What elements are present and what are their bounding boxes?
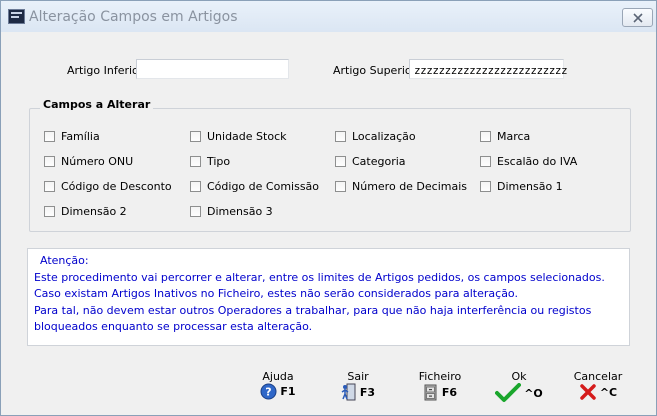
- file-button[interactable]: Ficheiro F6: [415, 370, 465, 401]
- checkbox-dimensao-3[interactable]: Dimensão 3: [190, 205, 273, 218]
- help-icon: ?: [260, 383, 277, 400]
- checkbox-familia[interactable]: Família: [44, 130, 100, 143]
- checkbox-dimensao-2[interactable]: Dimensão 2: [44, 205, 127, 218]
- checkbox-box[interactable]: [335, 156, 346, 167]
- checkbox-unidade-stock[interactable]: Unidade Stock: [190, 130, 287, 143]
- window-title: Alteração Campos em Artigos: [29, 9, 238, 25]
- checkbox-label: Código de Desconto: [61, 180, 172, 193]
- artigo-inferior-input[interactable]: [136, 59, 289, 79]
- checkbox-label: Marca: [497, 130, 531, 143]
- help-key: F1: [280, 385, 296, 398]
- checkbox-codigo-comissao[interactable]: Código de Comissão: [190, 180, 319, 193]
- notice-heading: Atenção:: [40, 254, 89, 267]
- checkbox-box[interactable]: [44, 206, 55, 217]
- checkbox-escalao-iva[interactable]: Escalão do IVA: [480, 155, 577, 168]
- checkbox-box[interactable]: [44, 156, 55, 167]
- fields-group-title: Campos a Alterar: [40, 98, 154, 111]
- title-bar[interactable]: Alteração Campos em Artigos: [1, 1, 656, 32]
- dialog-body: Artigo Inferior Artigo Superior zzzzzzzz…: [10, 32, 646, 405]
- artigo-superior-label: Artigo Superior: [333, 64, 417, 77]
- help-button[interactable]: Ajuda ? F1: [256, 370, 300, 400]
- checkbox-box[interactable]: [44, 181, 55, 192]
- artigo-inferior-label: Artigo Inferior: [67, 64, 144, 77]
- checkbox-label: Tipo: [207, 155, 231, 168]
- checkbox-label: Unidade Stock: [207, 130, 287, 143]
- checkbox-box[interactable]: [190, 131, 201, 142]
- notice-panel: Atenção: Este procedimento vai percorrer…: [27, 248, 630, 346]
- checkbox-numero-decimais[interactable]: Número de Decimais: [335, 180, 467, 193]
- cross-icon: [580, 384, 596, 400]
- checkbox-box[interactable]: [480, 156, 491, 167]
- close-icon: [632, 12, 643, 23]
- exit-button[interactable]: Sair F3: [335, 370, 381, 401]
- artigo-superior-input[interactable]: zzzzzzzzzzzzzzzzzzzzzzzzz: [409, 59, 568, 79]
- help-caption: Ajuda: [262, 370, 294, 383]
- checkbox-box[interactable]: [190, 206, 201, 217]
- checkbox-box[interactable]: [480, 131, 491, 142]
- exit-caption: Sair: [347, 370, 369, 383]
- close-button[interactable]: [622, 8, 653, 27]
- checkbox-label: Dimensão 1: [497, 180, 563, 193]
- checkbox-label: Número de Decimais: [352, 180, 468, 193]
- notice-line: Para tal, não devem estar outros Operado…: [34, 303, 592, 317]
- checkbox-localizacao[interactable]: Localização: [335, 130, 416, 143]
- checkbox-tipo[interactable]: Tipo: [190, 155, 230, 168]
- checkbox-label: Localização: [352, 130, 416, 143]
- ok-button[interactable]: Ok ^O: [494, 370, 544, 403]
- checkbox-label: Dimensão 2: [61, 205, 127, 218]
- checkbox-box[interactable]: [335, 131, 346, 142]
- checkbox-label: Família: [61, 130, 100, 143]
- checkbox-box[interactable]: [335, 181, 346, 192]
- checkbox-label: Categoria: [352, 155, 406, 168]
- svg-text:?: ?: [266, 386, 272, 399]
- exit-key: F3: [359, 385, 376, 399]
- checkbox-numero-onu[interactable]: Número ONU: [44, 155, 133, 168]
- checkbox-dimensao-1[interactable]: Dimensão 1: [480, 180, 563, 193]
- dialog-window: Alteração Campos em Artigos Artigo Infer…: [0, 0, 657, 416]
- notice-line: Caso existam Artigos Inativos no Ficheir…: [34, 287, 518, 300]
- checkbox-label: Código de Comissão: [207, 180, 320, 193]
- checkbox-box[interactable]: [480, 181, 491, 192]
- checkbox-marca[interactable]: Marca: [480, 130, 530, 143]
- exit-door-icon: [341, 383, 356, 401]
- notice-line: Este procedimento vai percorrer e altera…: [34, 270, 605, 284]
- file-caption: Ficheiro: [418, 370, 462, 383]
- checkbox-box[interactable]: [190, 181, 201, 192]
- checkbox-codigo-desconto[interactable]: Código de Desconto: [44, 180, 172, 193]
- checkbox-box[interactable]: [44, 131, 55, 142]
- checkmark-icon: [495, 383, 522, 402]
- checkbox-label: Escalão do IVA: [497, 155, 578, 168]
- notice-line: bloqueados enquanto se processar esta al…: [34, 320, 313, 333]
- cancel-button[interactable]: Cancelar ^C: [571, 370, 625, 401]
- cancel-caption: Cancelar: [573, 370, 623, 383]
- checkbox-categoria[interactable]: Categoria: [335, 155, 406, 168]
- ok-caption: Ok: [511, 370, 527, 383]
- cancel-key: ^C: [599, 385, 618, 399]
- checkbox-box[interactable]: [190, 156, 201, 167]
- checkbox-label: Dimensão 3: [207, 205, 273, 218]
- checkbox-label: Número ONU: [61, 155, 134, 168]
- app-icon: [8, 9, 25, 24]
- ok-key: ^O: [524, 386, 543, 400]
- file-key: F6: [441, 385, 458, 399]
- file-cabinet-icon: [424, 384, 437, 401]
